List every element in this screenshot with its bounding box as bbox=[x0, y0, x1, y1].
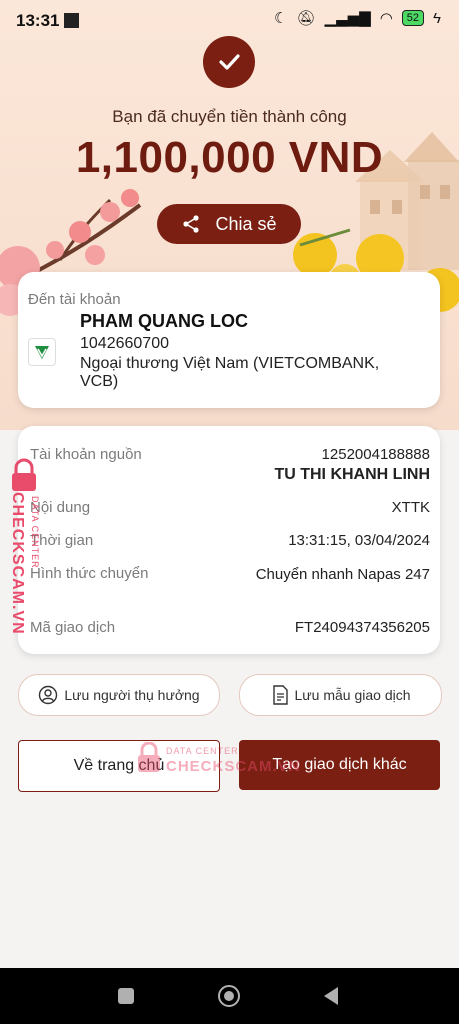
success-message: Bạn đã chuyển tiền thành công bbox=[112, 107, 347, 126]
status-bar: 13:31 ☾ 🔕︎ ▁▃▅▇ ◠ 52 ϟ bbox=[0, 0, 459, 40]
save-beneficiary-label: Lưu người thụ hưởng bbox=[64, 687, 200, 703]
txid-value: FT24094374356205 bbox=[294, 619, 430, 636]
content-value: XTTK bbox=[391, 499, 430, 516]
share-button[interactable]: Chia sẻ bbox=[157, 204, 301, 244]
watermark-brand-center: CHECKSCAM.VN bbox=[166, 758, 301, 775]
transaction-details-card: Tài khoản nguồn 1252004188888 TU THI KHA… bbox=[18, 426, 440, 654]
save-beneficiary-button[interactable]: Lưu người thụ hưởng bbox=[18, 674, 220, 716]
recipient-card: Đến tài khoản PHAM QUANG LOC 1042660700 … bbox=[18, 272, 440, 408]
recipient-account: 1042660700 bbox=[80, 335, 169, 352]
watermark-tag-center: DATA CENTER bbox=[166, 746, 239, 756]
recents-icon[interactable] bbox=[118, 988, 134, 1004]
recipient-name: PHAM QUANG LOC bbox=[80, 311, 248, 331]
transfer-amount: 1,100,000 VND bbox=[75, 133, 384, 182]
wifi-icon: ◠ bbox=[379, 10, 393, 27]
method-row: Hình thức chuyển Chuyển nhanh Napas 247 bbox=[30, 565, 430, 605]
content-row: Nội dung XTTK bbox=[30, 499, 430, 519]
battery-icon: 52 bbox=[401, 10, 425, 26]
source-account-row: Tài khoản nguồn 1252004188888 TU THI KHA… bbox=[30, 446, 430, 486]
document-icon bbox=[272, 685, 288, 705]
lock-icon bbox=[12, 458, 36, 491]
share-icon bbox=[183, 215, 200, 233]
method-value: Chuyển nhanh Napas 247 bbox=[255, 566, 430, 583]
home-nav-icon[interactable] bbox=[218, 985, 240, 1007]
watermark-center: DATA CENTER CHECKSCAM.VN bbox=[136, 742, 300, 782]
save-template-label: Lưu mẫu giao dịch bbox=[294, 687, 411, 703]
time-row: Thời gian 13:31:15, 03/04/2024 bbox=[30, 532, 430, 552]
success-check-icon bbox=[203, 36, 255, 88]
signal-icon: ▁▃▅▇ bbox=[324, 10, 371, 27]
bank-logo-icon bbox=[28, 338, 56, 366]
save-template-button[interactable]: Lưu mẫu giao dịch bbox=[239, 674, 442, 716]
recipient-bank: Ngoại thương Việt Nam (VIETCOMBANK, VCB) bbox=[80, 355, 380, 390]
back-icon[interactable] bbox=[322, 986, 340, 1006]
watermark-tag: DATA CENTER bbox=[30, 496, 40, 569]
status-time: 13:31 bbox=[16, 11, 60, 30]
lock-icon bbox=[138, 742, 160, 772]
user-icon bbox=[39, 685, 58, 705]
charging-icon: ϟ bbox=[433, 9, 441, 27]
notification-icon bbox=[64, 13, 79, 28]
watermark-brand: CHECKSCAM.VN bbox=[9, 492, 26, 635]
source-account-number: 1252004188888 bbox=[321, 446, 430, 463]
time-value: 13:31:15, 03/04/2024 bbox=[288, 532, 430, 549]
mute-icon: 🔕︎ bbox=[296, 10, 316, 27]
source-account-name: TU THI KHANH LINH bbox=[274, 466, 430, 483]
source-account-label: Tài khoản nguồn bbox=[30, 446, 142, 463]
moon-icon: ☾ bbox=[274, 10, 288, 27]
txid-row: Mã giao dịch FT24094374356205 bbox=[30, 619, 430, 639]
method-label: Hình thức chuyển bbox=[30, 565, 149, 582]
recipient-label: Đến tài khoản bbox=[28, 291, 121, 308]
android-nav-bar bbox=[0, 968, 459, 1024]
share-label: Chia sẻ bbox=[215, 213, 277, 234]
watermark-left: CHECKSCAM.VN DATA CENTER bbox=[2, 458, 46, 648]
